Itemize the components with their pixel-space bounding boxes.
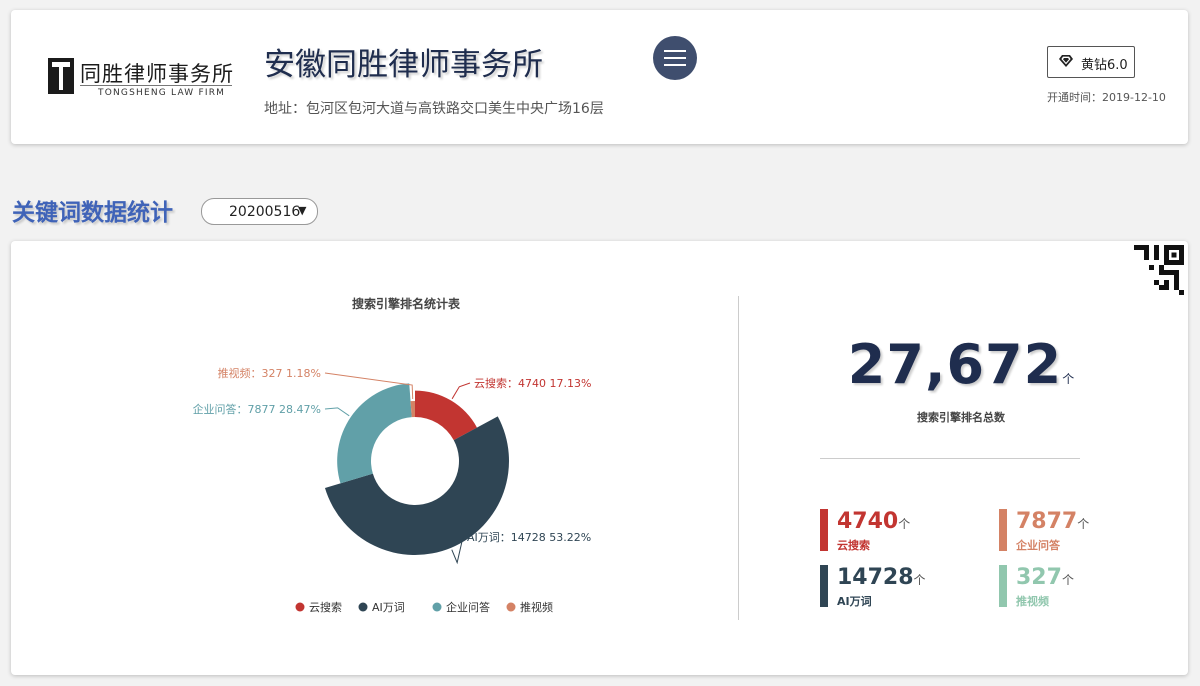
slice-label: 推视频：327 1.18%: [218, 366, 321, 380]
logo-mark-icon: [48, 58, 74, 94]
stat-value: 327个: [1016, 565, 1074, 590]
menu-line: [664, 50, 686, 52]
hamburger-menu-button[interactable]: [653, 36, 697, 80]
donut-slice[interactable]: [337, 383, 412, 484]
legend-label[interactable]: 推视频: [520, 600, 553, 614]
company-address: 地址：包河区包河大道与高铁路交口美生中央广场16层: [264, 101, 604, 117]
slice-label: 云搜索：4740 17.13%: [474, 376, 591, 390]
stat-value: 4740个: [837, 509, 911, 534]
stat-label: 云搜索: [837, 539, 870, 552]
total-count: 27,672个: [801, 333, 1121, 396]
stat-bar: [820, 509, 828, 551]
legend-marker[interactable]: [358, 602, 368, 612]
legend-label[interactable]: 企业问答: [446, 600, 490, 614]
stat-value: 14728个: [837, 565, 926, 590]
caret-down-icon: ▼: [298, 204, 307, 217]
membership-level-button[interactable]: 黄钻6.0: [1047, 46, 1135, 78]
total-unit: 个: [1062, 372, 1075, 386]
qr-code-icon[interactable]: [1134, 245, 1184, 295]
legend-label[interactable]: 云搜索: [309, 600, 342, 614]
company-name: 安徽同胜律师事务所: [264, 47, 543, 83]
legend-marker[interactable]: [432, 602, 442, 612]
slice-label: AI万词：14728 53.22%: [467, 531, 591, 544]
logo-divider: [80, 85, 232, 86]
menu-line: [664, 64, 686, 66]
logo-chinese-name: 同胜律师事务所: [80, 62, 234, 86]
total-value: 27,672: [847, 333, 1063, 396]
leader-line: [324, 407, 350, 417]
open-date: 开通时间：2019-12-10: [1047, 91, 1166, 104]
stat-bar: [820, 565, 828, 607]
menu-line: [664, 57, 686, 59]
stat-label: 企业问答: [1016, 539, 1060, 552]
section-title: 关键词数据统计: [12, 200, 173, 226]
stat-bar: [999, 565, 1007, 607]
donut-chart: 云搜索：4740 17.13% AI万词：14728 53.22% 企业问答：787…: [193, 366, 592, 614]
statistics-card: 搜索引擎排名统计表 云搜索：4740 17.13% AI万词：14728 53.2…: [11, 241, 1188, 675]
legend-marker[interactable]: [506, 602, 516, 612]
date-select[interactable]: 20200516 ▼: [201, 198, 318, 225]
vertical-divider: [738, 296, 739, 620]
diamond-icon: [1059, 55, 1073, 67]
horizontal-divider: [820, 458, 1080, 459]
total-label: 搜索引擎排名总数: [917, 411, 1005, 424]
firm-logo: 同胜律师事务所 TONGSHENG LAW FIRM: [48, 58, 238, 108]
header-card: 同胜律师事务所 TONGSHENG LAW FIRM 安徽同胜律师事务所 地址：…: [11, 10, 1188, 144]
stat-value: 7877个: [1016, 509, 1090, 534]
leader-line: [451, 382, 471, 400]
membership-level-label: 黄钻6.0: [1081, 58, 1128, 73]
legend-label[interactable]: AI万词: [372, 601, 405, 614]
stat-label: AI万词: [837, 595, 872, 608]
date-select-value: 20200516: [229, 204, 301, 220]
legend-marker[interactable]: [295, 602, 305, 612]
logo-english-name: TONGSHENG LAW FIRM: [98, 88, 226, 98]
stat-bar: [999, 509, 1007, 551]
slice-label: 企业问答：7877 28.47%: [193, 402, 321, 416]
stat-label: 推视频: [1016, 595, 1049, 608]
